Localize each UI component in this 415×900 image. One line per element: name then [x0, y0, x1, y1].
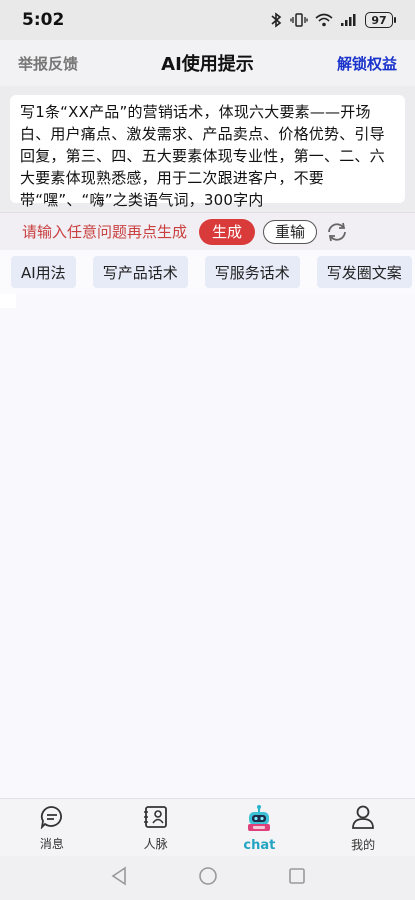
- recent-apps-icon[interactable]: [288, 867, 306, 889]
- chip-product-script[interactable]: 写产品话术: [92, 256, 188, 288]
- nav-item-messages[interactable]: 消息: [12, 805, 92, 852]
- header: 举报反馈 AI使用提示 解锁权益: [0, 40, 415, 86]
- status-bar: 5:02 97: [0, 0, 415, 40]
- quick-prompt-chips: AI用法 写产品话术 写服务话术 写发圈文案: [0, 250, 415, 294]
- nav-item-contacts[interactable]: 人脉: [116, 805, 196, 852]
- robot-icon: [244, 804, 274, 836]
- nav-item-chat[interactable]: chat: [219, 804, 299, 853]
- home-icon[interactable]: [198, 866, 218, 890]
- nav-label-contacts: 人脉: [143, 836, 168, 851]
- page-title: AI使用提示: [161, 54, 254, 75]
- chat-content-area: [0, 294, 415, 798]
- input-hint: 请输入任意问题再点生成: [22, 223, 188, 241]
- wifi-icon: [315, 13, 333, 27]
- generate-button[interactable]: 生成: [199, 218, 256, 245]
- signal-icon: [340, 13, 358, 27]
- bottom-nav: 消息 人脉 chat 我的: [0, 798, 415, 857]
- profile-icon: [350, 804, 376, 834]
- nav-item-profile[interactable]: 我的: [323, 804, 403, 853]
- system-nav-bar: [0, 856, 415, 900]
- prompt-section: 写1条“XX产品”的营销话术，体现六大要素——开场白、用户痛点、激发需求、产品卖…: [0, 86, 415, 212]
- chip-moments-copy[interactable]: 写发圈文案: [316, 256, 412, 288]
- refresh-icon[interactable]: [325, 221, 349, 243]
- vibrate-icon: [290, 13, 308, 27]
- reenter-button[interactable]: 重输: [263, 219, 318, 244]
- report-feedback-link[interactable]: 举报反馈: [18, 53, 78, 74]
- back-icon[interactable]: [110, 866, 128, 890]
- action-row: 请输入任意问题再点生成 生成 重输: [0, 212, 415, 250]
- nav-label-chat: chat: [243, 837, 276, 853]
- message-icon: [39, 805, 65, 833]
- nav-label-profile: 我的: [351, 837, 376, 852]
- status-time: 5:02: [22, 10, 65, 30]
- nav-label-messages: 消息: [39, 836, 64, 851]
- status-icons: 97: [269, 12, 396, 28]
- battery-icon: 97: [365, 12, 396, 28]
- unlock-benefits-link[interactable]: 解锁权益: [337, 53, 397, 74]
- content-placeholder: [0, 294, 16, 308]
- prompt-input[interactable]: 写1条“XX产品”的营销话术，体现六大要素——开场白、用户痛点、激发需求、产品卖…: [10, 95, 405, 209]
- chip-service-script[interactable]: 写服务话术: [204, 256, 300, 288]
- chip-ai-usage[interactable]: AI用法: [11, 256, 76, 288]
- contacts-icon: [143, 805, 169, 833]
- bluetooth-icon: [269, 12, 283, 28]
